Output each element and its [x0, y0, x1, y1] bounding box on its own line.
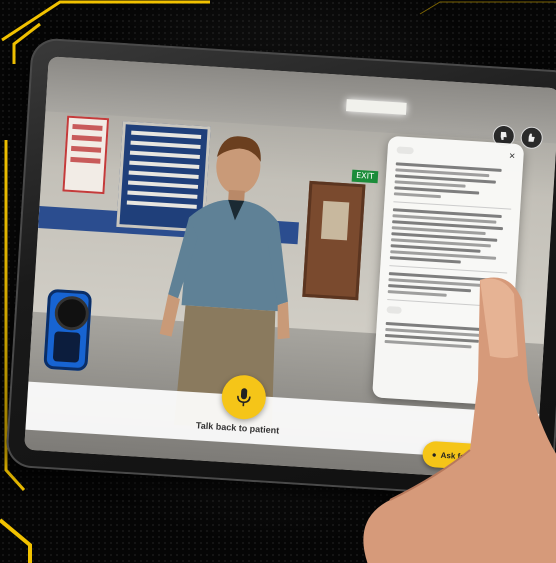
exit-sign: EXIT [351, 169, 379, 184]
microphone-icon [237, 388, 251, 407]
body-camera-device[interactable] [43, 288, 93, 372]
photo-stage: EXIT ✕ Talk back to patient ● [0, 0, 556, 563]
thumbs-up-icon[interactable] [520, 126, 544, 150]
hud-line-top-right [419, 1, 556, 15]
panel-tag [396, 146, 414, 155]
wall-poster [62, 115, 110, 195]
close-icon[interactable]: ✕ [509, 151, 516, 160]
holding-hand [363, 277, 556, 563]
hud-line-bottom-left [0, 518, 32, 563]
camera-lens [53, 295, 90, 332]
hud-line-top-left [1, 0, 210, 42]
